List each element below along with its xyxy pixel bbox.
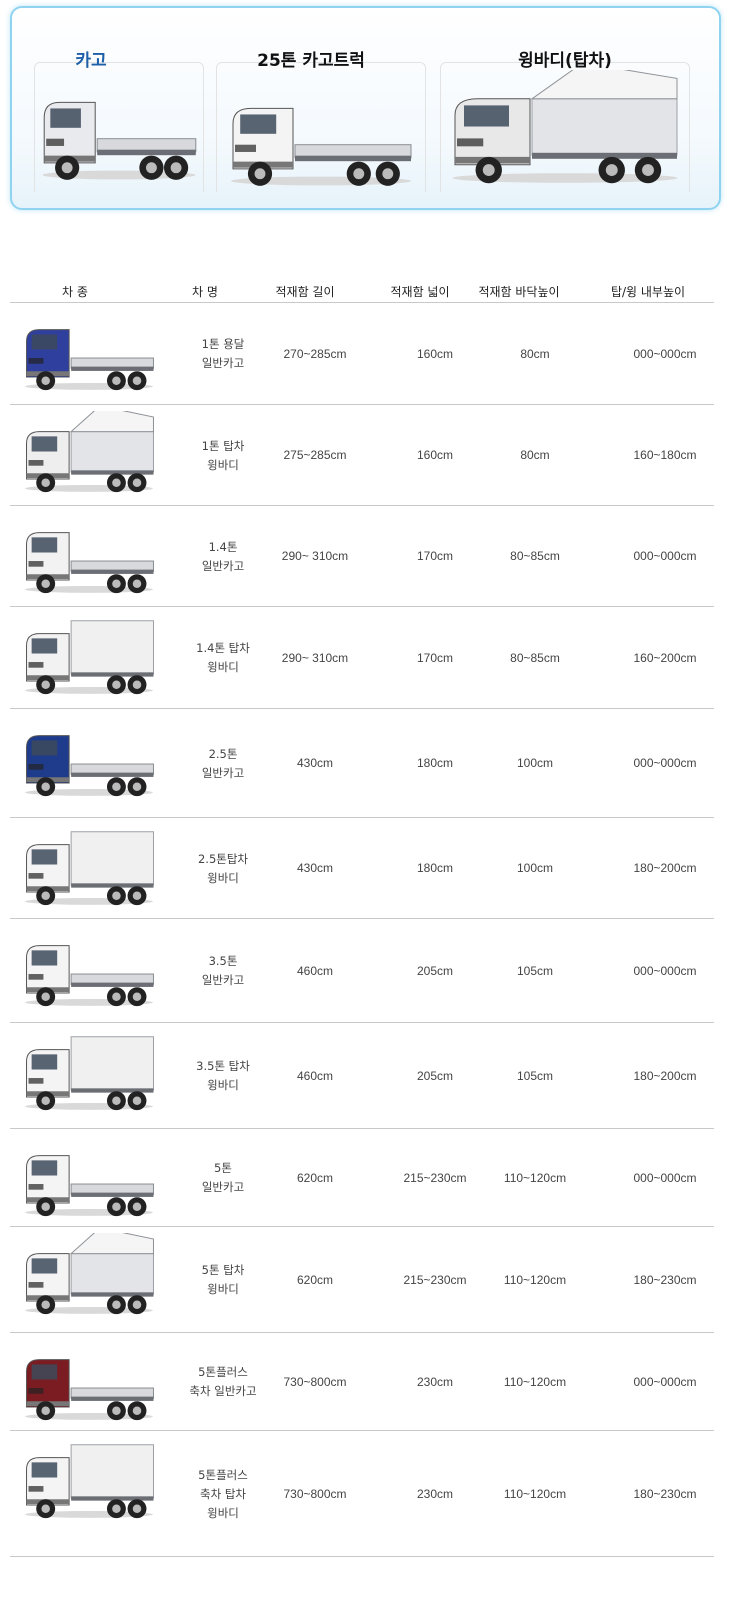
bed-length-value: 620cm [296,1170,334,1185]
truck-thumbnail [25,1359,154,1421]
inner-height-value: 160~200cm [633,650,697,665]
inner-height-value: 000~000cm [633,1170,697,1185]
bed-width-value: 230cm [416,1486,454,1501]
truck-thumbnail [25,1036,154,1111]
truck-thumbnail [25,620,154,695]
inner-height-value: 000~000cm [633,346,697,361]
inner-height-value: 000~000cm [633,756,697,770]
bed-width-value: 170cm [416,549,454,563]
bed-width-value: 215~230cm [403,1170,467,1185]
floor-height-value: 80~85cm [510,650,560,665]
table-row: 2.5톤 일반카고 430cm 180cm 100cm 000~000cm [10,708,714,818]
truck-thumbnail [25,1233,154,1315]
bed-width-value: 215~230cm [403,1272,467,1287]
table-row: 5톤 탑차 윙바디 620cm 215~230cm 110~120cm 180~230cm [10,1226,714,1333]
truck-thumbnail [25,1155,154,1217]
banner-label: 25톤 카고트럭 [257,51,365,71]
inner-height-value: 160~180cm [633,448,697,462]
header-floor-height: 적재함 바닥높이 [478,285,560,299]
floor-height-value: 100cm [516,861,554,875]
floor-height-value: 80~85cm [510,549,560,563]
floor-height-value: 100cm [516,756,554,770]
table-row: 1.4톤 탑차 윙바디 290~ 310cm 170cm 80~85cm 160~200c… [10,606,714,709]
bed-length-value: 730~800cm [283,1374,347,1389]
bed-width-value: 205cm [416,1068,454,1083]
inner-height-value: 180~230cm [633,1486,697,1501]
bed-width-value: 180cm [416,756,454,770]
floor-height-value: 110~120cm [503,1486,567,1501]
truck-thumbnail [25,1444,154,1519]
inner-height-value: 180~200cm [633,861,697,875]
header-vehicle-type: 차 종 [62,285,88,299]
inner-height-value: 000~000cm [633,963,697,978]
truck-thumbnail [25,411,154,493]
table-row: 2.5톤탑차 윙바디 430cm 180cm 100cm 180~200cm [10,817,714,919]
bed-width-value: 160cm [416,346,454,361]
truck-thumbnail [25,329,154,391]
bed-length-value: 270~285cm [283,346,347,361]
table-row: 5톤플러스 축차 탑차 윙바디 730~800cm 230cm 110~120cm 180~… [10,1430,714,1557]
inner-height-value: 180~230cm [633,1272,697,1287]
vehicle-type-banner: 카고 25톤 카고트럭 윙바디(탑차) [10,6,721,210]
bed-length-value: 290~ 310cm [281,650,349,665]
vehicle-name-line: 윙바디 [207,1505,239,1520]
header-inner-height: 탑/윙 내부높이 [610,285,686,299]
banner-label: 윙바디(탑차) [518,51,612,71]
truck-thumbnail [25,831,154,906]
bed-length-value: 460cm [296,963,334,978]
inner-height-value: 000~000cm [633,549,697,563]
bed-length-value: 430cm [296,756,334,770]
header-vehicle-name: 차 명 [192,285,218,299]
header-bed-length: 적재함 길이 [275,285,335,299]
truck-thumbnail [25,945,154,1007]
floor-height-value: 110~120cm [503,1170,567,1185]
truck-thumbnail [25,532,154,594]
bed-width-value: 230cm [416,1374,454,1389]
table-row: 1톤 용달 일반카고 270~285cm 160cm 80cm 000~000cm [10,302,714,405]
inner-height-value: 000~000cm [633,1374,697,1389]
floor-height-value: 105cm [516,1068,554,1083]
truck-image [452,70,678,184]
bed-length-value: 430cm [296,861,334,875]
bed-width-value: 205cm [416,963,454,978]
floor-height-value: 105cm [516,963,554,978]
vehicle-name-line: 5톤플러스 [198,1467,248,1482]
table-row: 5톤 일반카고 620cm 215~230cm 110~120cm 000~000cm [10,1128,714,1227]
inner-height-value: 180~200cm [633,1068,697,1083]
bed-width-value: 160cm [416,448,454,462]
bed-width-value: 180cm [416,861,454,875]
floor-height-value: 110~120cm [503,1374,567,1389]
floor-height-value: 80cm [520,346,550,361]
truck-thumbnail [25,735,154,797]
table-row: 5톤플러스 축차 일반카고 730~800cm 230cm 110~120cm 000~0… [10,1332,714,1431]
bed-length-value: 730~800cm [283,1486,347,1501]
header-bed-width: 적재함 넓이 [390,285,450,299]
bed-length-value: 460cm [296,1068,334,1083]
table-bottom-border [10,1556,714,1557]
bed-width-value: 170cm [416,650,454,665]
table-row: 3.5톤 탑차 윙바디 460cm 205cm 105cm 180~200cm [10,1022,714,1129]
truck-image [42,101,197,180]
table-row: 3.5톤 일반카고 460cm 205cm 105cm 000~000cm [10,918,714,1023]
bed-length-value: 275~285cm [283,448,347,462]
truck-image [231,107,412,186]
banner-label: 카고 [75,51,107,71]
bed-length-value: 620cm [296,1272,334,1287]
table-row: 1톤 탑차 윙바디 275~285cm 160cm 80cm 160~180cm [10,404,714,506]
table-row: 1.4톤 일반카고 290~ 310cm 170cm 80~85cm 000~000cm [10,505,714,607]
floor-height-value: 110~120cm [503,1272,567,1287]
bed-length-value: 290~ 310cm [281,549,349,563]
floor-height-value: 80cm [520,448,550,462]
